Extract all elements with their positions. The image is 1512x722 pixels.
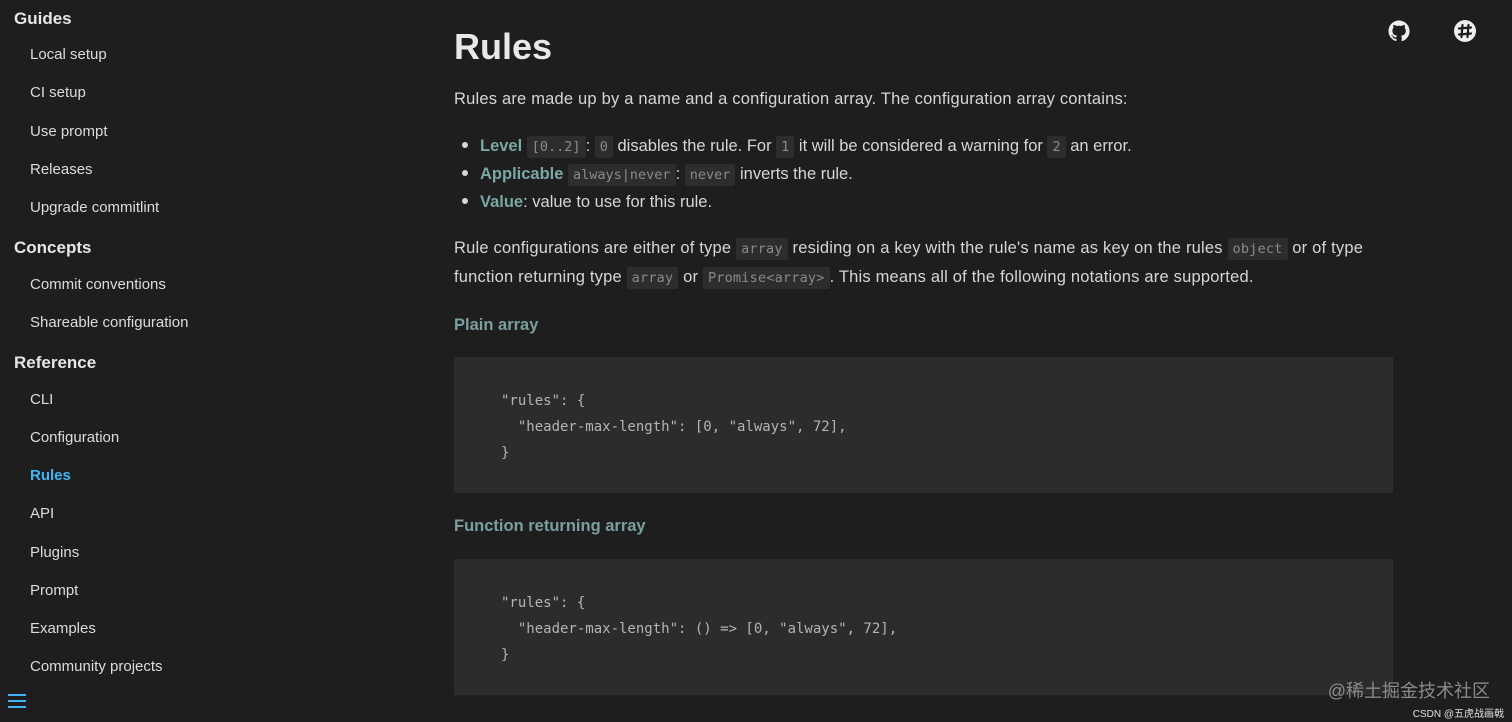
menu-icon[interactable]	[6, 690, 28, 712]
inline-code: array	[626, 267, 679, 289]
text: or of type	[1292, 239, 1364, 257]
function-array-code-block: "rules": { "header-max-length": () => [0…	[454, 559, 1393, 695]
sidebar-item-local-setup[interactable]: Local setup	[30, 46, 107, 63]
value-label: Value	[480, 193, 524, 211]
text: inverts the rule.	[740, 165, 853, 183]
inline-code: 1	[776, 136, 795, 158]
slack-icon[interactable]	[1453, 19, 1477, 43]
sidebar: Guides Local setup CI setup Use prompt R…	[0, 0, 290, 722]
sidebar-item-ci-setup[interactable]: CI setup	[30, 84, 86, 101]
inline-code: [0..2]	[526, 136, 586, 158]
plain-array-code-block: "rules": { "header-max-length": [0, "alw…	[454, 357, 1393, 493]
text: disables the rule. For	[617, 137, 772, 155]
separator: :	[675, 165, 681, 183]
inline-code: never	[684, 164, 736, 186]
plain-array-heading: Plain array	[454, 316, 539, 334]
watermark: @稀土掘金技术社区	[1327, 681, 1490, 701]
inline-code: always|never	[568, 164, 676, 186]
sidebar-item-cli[interactable]: CLI	[30, 391, 53, 408]
intro-paragraph: Rules are made up by a name and a config…	[454, 90, 1128, 108]
inline-code: 2	[1047, 136, 1066, 158]
sidebar-item-use-prompt[interactable]: Use prompt	[30, 123, 108, 140]
sidebar-item-shareable-configuration[interactable]: Shareable configuration	[30, 314, 188, 331]
config-paragraph-line2: function returning type array or Promise…	[454, 267, 1254, 289]
sidebar-item-api[interactable]: API	[30, 505, 54, 522]
inline-code: Promise<array>	[702, 267, 830, 289]
sidebar-item-configuration[interactable]: Configuration	[30, 429, 119, 446]
inline-code: object	[1227, 238, 1288, 260]
config-paragraph-line1: Rule configurations are either of type a…	[454, 238, 1364, 260]
inline-code: 0	[594, 136, 613, 158]
text: . This means all of the following notati…	[829, 268, 1254, 286]
sidebar-item-community-projects[interactable]: Community projects	[30, 658, 163, 675]
bullet-applicable: Applicable always|never: never inverts t…	[462, 164, 853, 186]
text: Rule configurations are either of type	[454, 239, 732, 257]
code-content: "rules": { "header-max-length": () => [0…	[501, 595, 898, 663]
sidebar-group-reference: Reference	[14, 353, 97, 372]
text: it will be considered a warning for	[798, 137, 1043, 155]
function-array-heading: Function returning array	[454, 517, 646, 535]
github-icon[interactable]	[1387, 19, 1411, 43]
bullet-level: Level [0..2]: 0 disables the rule. For 1…	[462, 136, 1132, 158]
text: : value to use for this rule.	[523, 193, 713, 211]
sidebar-item-examples[interactable]: Examples	[30, 620, 96, 637]
inline-code: array	[736, 238, 788, 260]
sidebar-item-plugins[interactable]: Plugins	[30, 544, 79, 561]
text: or	[683, 268, 699, 286]
applicable-label: Applicable	[480, 165, 564, 183]
text: function returning type	[454, 268, 622, 286]
bullet-value: Value: value to use for this rule.	[462, 193, 712, 212]
bullet-dot	[462, 197, 468, 204]
text: residing on a key with the rule's name a…	[792, 239, 1223, 257]
bullet-dot	[462, 141, 468, 148]
sidebar-item-releases[interactable]: Releases	[30, 161, 93, 178]
sidebar-item-rules[interactable]: Rules	[30, 467, 71, 484]
level-label: Level	[480, 137, 523, 155]
sidebar-item-upgrade-commitlint[interactable]: Upgrade commitlint	[30, 199, 159, 216]
credit-text: CSDN @五虎战画戟	[1412, 709, 1504, 720]
page-title: Rules	[454, 26, 553, 67]
sidebar-item-commit-conventions[interactable]: Commit conventions	[30, 276, 166, 293]
code-content: "rules": { "header-max-length": [0, "alw…	[501, 393, 847, 461]
sidebar-item-prompt[interactable]: Prompt	[30, 582, 78, 599]
sidebar-group-guides: Guides	[14, 9, 72, 28]
separator: :	[585, 137, 591, 155]
text: an error.	[1070, 137, 1132, 155]
bullet-dot	[462, 169, 468, 176]
sidebar-group-concepts: Concepts	[14, 238, 92, 257]
